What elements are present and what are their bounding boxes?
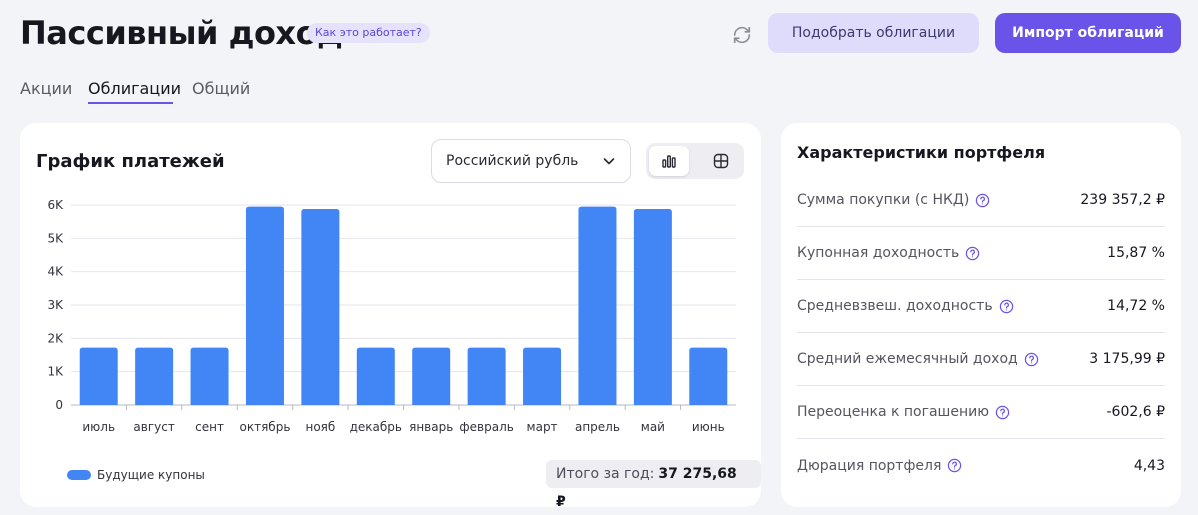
- stat-value: 239 357,2 ₽: [1080, 192, 1165, 208]
- bar-сент[interactable]: [190, 347, 229, 405]
- stat-label: Купонная доходность: [797, 245, 980, 261]
- stat-value: 15,87 %: [1107, 245, 1165, 261]
- bar-август[interactable]: [135, 347, 174, 405]
- x-tick-label: февраль: [459, 420, 513, 434]
- y-tick-label: 6K: [47, 198, 64, 212]
- bar-май[interactable]: [633, 209, 672, 405]
- pick-bonds-button[interactable]: Подобрать облигации: [768, 13, 979, 53]
- x-tick-label: июнь: [692, 420, 725, 434]
- yearly-total-label: Итого за год:: [556, 466, 655, 482]
- stat-label: Переоценка к погашению: [797, 404, 1010, 420]
- grid-icon: [713, 153, 729, 169]
- bar-январь[interactable]: [412, 347, 451, 405]
- x-tick-label: август: [133, 420, 174, 434]
- y-tick-label: 3K: [47, 298, 64, 312]
- stat-value: 4,43: [1133, 457, 1165, 474]
- y-tick-label: 1K: [47, 365, 64, 379]
- bar-февраль[interactable]: [467, 347, 506, 405]
- stat-label: Дюрация портфеля: [797, 458, 962, 474]
- stat-row: Средневзвеш. доходность 14,72 %: [797, 280, 1165, 333]
- stat-label-text: Дюрация портфеля: [797, 457, 942, 474]
- help-icon[interactable]: [999, 299, 1014, 314]
- stat-label: Средневзвеш. доходность: [797, 298, 1014, 314]
- bar-октябрь[interactable]: [245, 206, 284, 405]
- x-tick-label: май: [641, 420, 665, 434]
- currency-select-value: Российский рубль: [446, 153, 579, 169]
- stat-row: Дюрация портфеля 4,43: [797, 439, 1165, 492]
- chart-title: График платежей: [36, 151, 225, 172]
- import-bonds-button[interactable]: Импорт облигаций: [995, 13, 1181, 53]
- y-tick-label: 0: [55, 398, 63, 412]
- stat-row: Купонная доходность 15,87 %: [797, 227, 1165, 280]
- portfolio-stats-card: Характеристики портфеля Сумма покупки (с…: [781, 123, 1181, 507]
- stat-row: Сумма покупки (с НКД) 239 357,2 ₽: [797, 174, 1165, 227]
- bar-нояб[interactable]: [301, 209, 340, 405]
- currency-select[interactable]: Российский рубль: [431, 139, 631, 183]
- bar-chart-icon: [662, 155, 676, 168]
- stat-label-text: Средневзвеш. доходность: [797, 298, 993, 314]
- active-tab-indicator: [88, 102, 173, 104]
- stat-row: Переоценка к погашению -602,6 ₽: [797, 386, 1165, 439]
- bar-июль[interactable]: [79, 347, 118, 405]
- chevron-down-icon: [603, 158, 615, 165]
- refresh-icon[interactable]: [731, 24, 753, 46]
- stats-title: Характеристики портфеля: [797, 143, 1046, 162]
- tab-stocks[interactable]: Акции: [20, 79, 72, 98]
- y-tick-label: 2K: [47, 331, 64, 345]
- x-tick-label: январь: [409, 420, 453, 434]
- x-tick-label: апрель: [575, 420, 620, 434]
- bar-view-button[interactable]: [649, 146, 689, 176]
- bar-апрель[interactable]: [578, 206, 617, 405]
- stat-label-text: Переоценка к погашению: [797, 404, 990, 420]
- stat-row: Средний ежемесячный доход 3 175,99 ₽: [797, 333, 1165, 386]
- page-title: Пассивный доход: [20, 14, 343, 52]
- chart-legend: Будущие купоны: [67, 468, 205, 482]
- chart-view-toggle: [646, 143, 744, 179]
- help-icon[interactable]: [965, 246, 980, 261]
- x-tick-label: июль: [82, 420, 115, 434]
- stat-label-text: Купонная доходность: [797, 245, 960, 261]
- x-tick-label: декабрь: [350, 420, 402, 434]
- y-tick-label: 5K: [47, 231, 64, 245]
- stat-value: 3 175,99 ₽: [1089, 351, 1165, 367]
- legend-label: Будущие купоны: [97, 468, 205, 482]
- stat-label: Сумма покупки (с НКД): [797, 192, 990, 208]
- stat-value: -602,6 ₽: [1106, 404, 1166, 420]
- how-it-works-link[interactable]: Как это работает?: [307, 23, 430, 43]
- stat-label-text: Сумма покупки (с НКД): [797, 192, 970, 208]
- stat-value: 14,72 %: [1107, 298, 1165, 314]
- legend-swatch: [67, 470, 91, 480]
- bar-июнь[interactable]: [689, 347, 728, 405]
- stat-label: Средний ежемесячный доход: [797, 351, 1039, 367]
- payments-chart-card: График платежей Российский рубль 0 1K 2K 3K…: [20, 123, 761, 510]
- x-tick-label: октябрь: [240, 420, 291, 434]
- x-tick-label: март: [527, 420, 558, 434]
- tab-general[interactable]: Общий: [192, 79, 250, 98]
- help-icon[interactable]: [975, 193, 990, 208]
- bar-март[interactable]: [523, 347, 562, 405]
- table-view-button[interactable]: [701, 146, 741, 176]
- bar-декабрь[interactable]: [356, 347, 395, 405]
- tab-bonds[interactable]: Облигации: [88, 79, 181, 98]
- x-tick-label: сент: [195, 420, 224, 434]
- stat-label-text: Средний ежемесячный доход: [797, 351, 1018, 367]
- payments-bar-chart: 0 1K 2K 3K 4K 5K 6K июль август сент октябрь нояб де…: [47, 198, 736, 434]
- help-icon[interactable]: [1024, 352, 1039, 367]
- help-icon[interactable]: [995, 405, 1010, 420]
- y-tick-label: 4K: [47, 265, 64, 279]
- help-icon[interactable]: [947, 458, 962, 473]
- x-tick-label: нояб: [305, 420, 335, 434]
- yearly-total: Итого за год: 37 275,68 ₽: [546, 460, 761, 510]
